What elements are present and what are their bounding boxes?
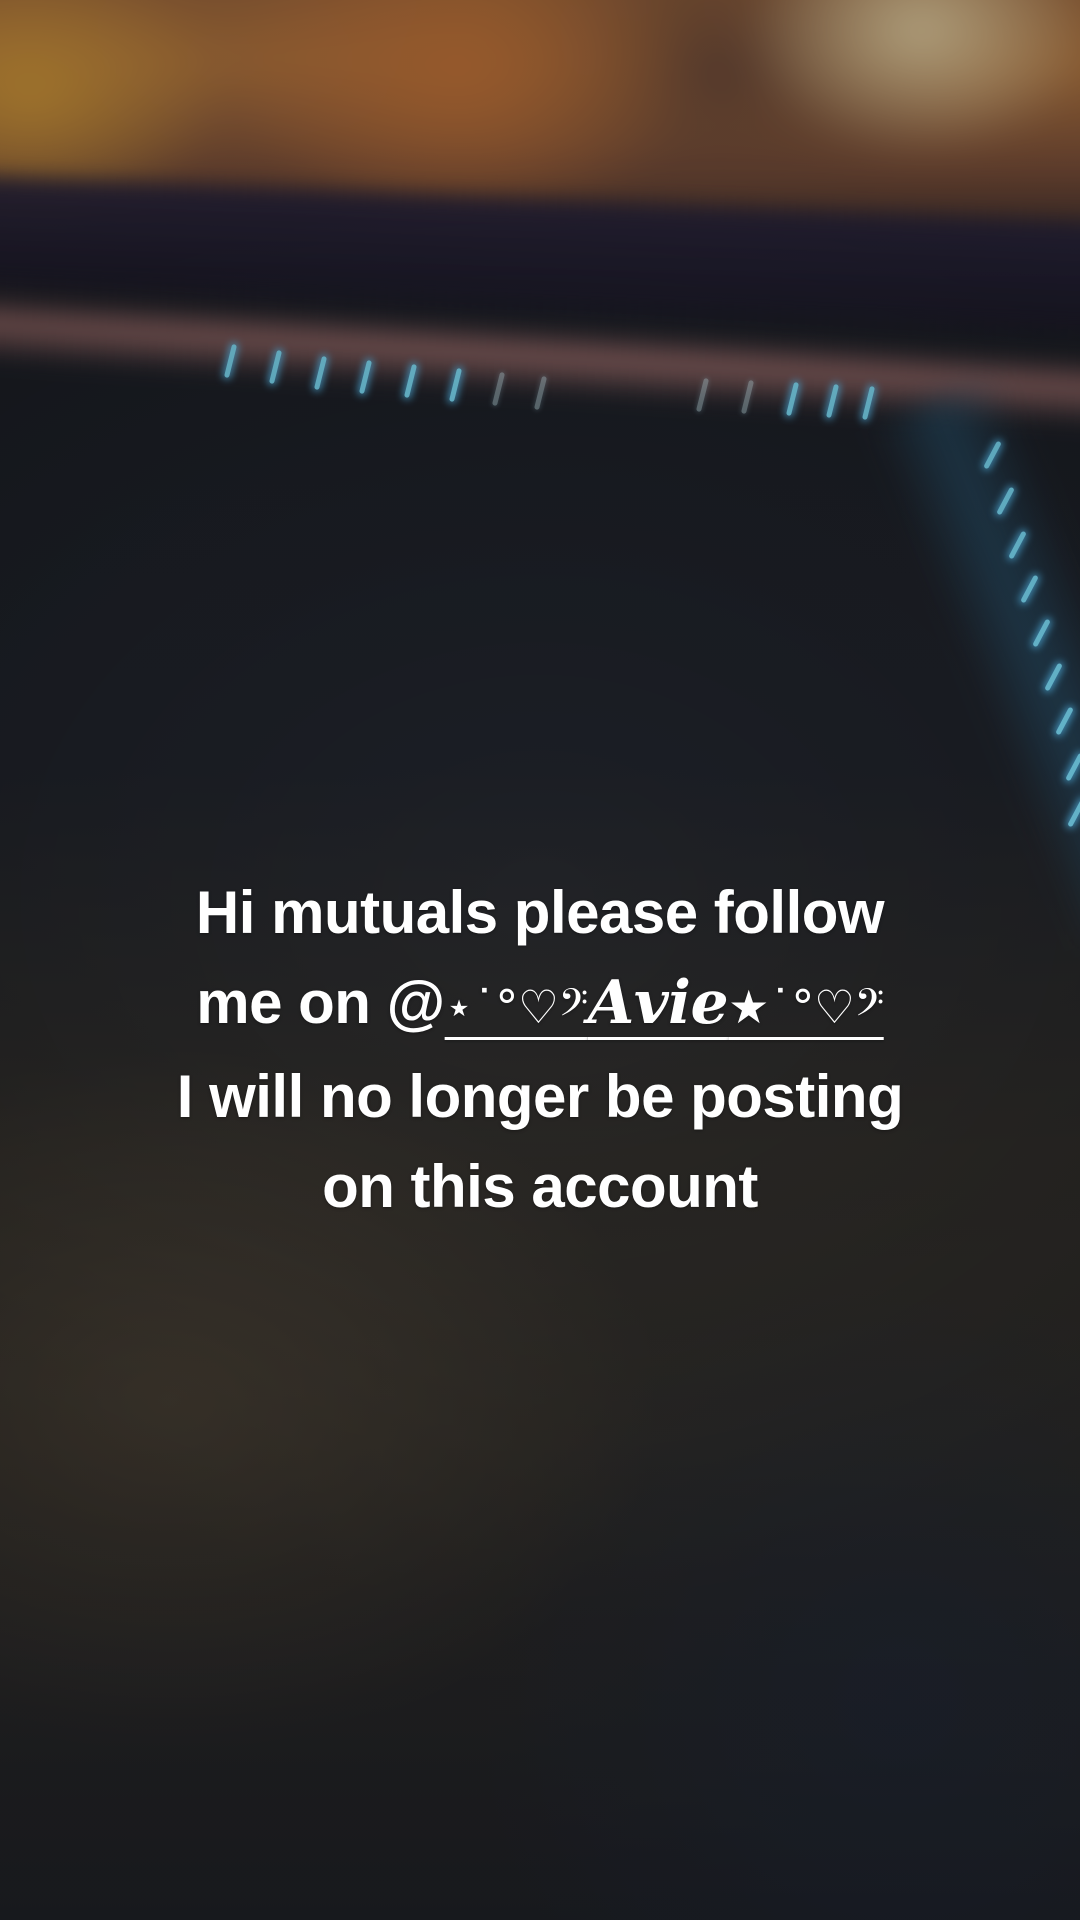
video-frame: Hi mutuals please follow me on @⋆˙°♡𝄢𝑨𝒗𝒊… [0,0,1080,1920]
handle-decoration-start: ⋆˙°♡𝄢 [444,980,589,1034]
handle-name: 𝑨𝒗𝒊𝒆 [587,968,729,1038]
caption-line-2: me on @⋆˙°♡𝄢𝑨𝒗𝒊𝒆★˙°♡𝄢 [0,958,1080,1052]
caption-line-4: on this account [322,1153,758,1220]
handle-decoration-end: ★˙°♡𝄢 [728,980,884,1034]
caption-line-2-prefix: me on @ [196,969,445,1036]
caption-line-3: I will no longer be posting [176,1063,904,1130]
account-handle: ⋆˙°♡𝄢𝑨𝒗𝒊𝒆★˙°♡𝄢 [444,968,885,1038]
caption-line-1: Hi mutuals please follow [195,879,885,946]
caption-text-overlay: Hi mutuals please follow me on @⋆˙°♡𝄢𝑨𝒗𝒊… [0,868,1080,1232]
